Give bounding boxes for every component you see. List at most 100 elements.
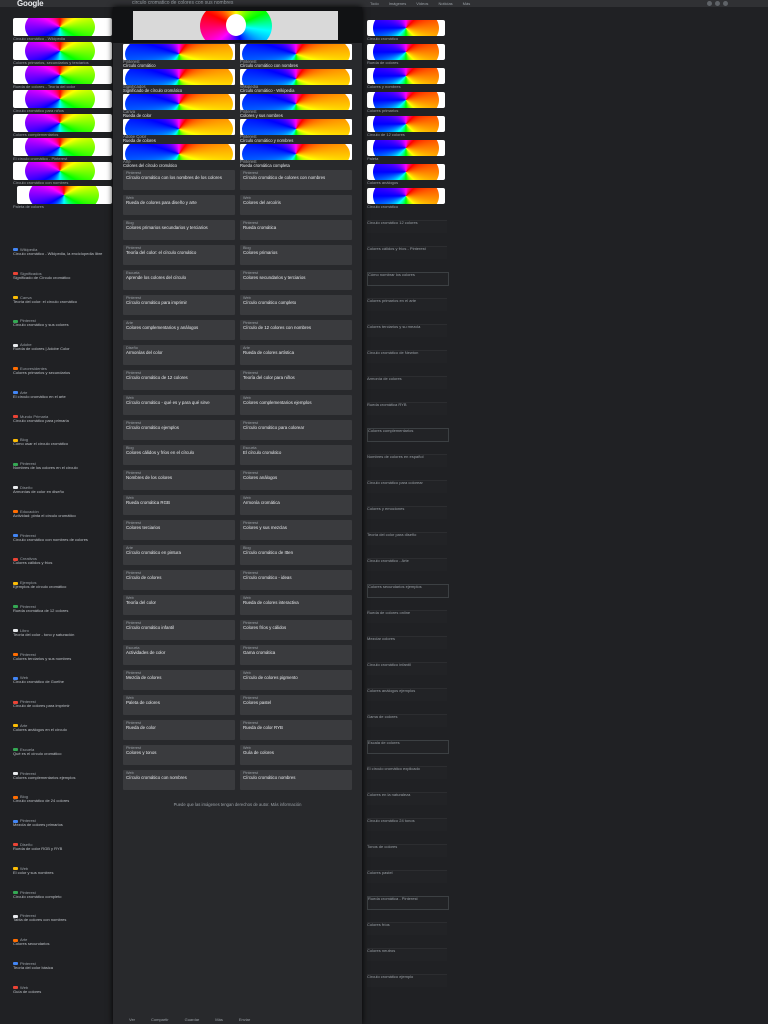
- result-item[interactable]: El círculo cromático explicado: [367, 766, 447, 779]
- related-text-card[interactable]: Blog Colores primarios: [240, 245, 352, 265]
- bottom-bar-action[interactable]: Enviar: [239, 1017, 250, 1022]
- result-item[interactable]: Tonos de colores: [367, 844, 447, 857]
- result-item[interactable]: Colores primarios en el arte: [367, 298, 447, 311]
- related-text-card[interactable]: Pinterest Colores y tonos: [123, 745, 235, 765]
- related-text-card[interactable]: Web Colores del arcoíris: [240, 195, 352, 215]
- result-item[interactable]: Colores cálidos y fríos - Pinterest: [367, 246, 447, 259]
- result-item[interactable]: Rueda de colores online: [367, 610, 447, 623]
- result-item[interactable]: Pinterest Nombres de los colores en el cí…: [13, 462, 112, 473]
- result-thumbnail[interactable]: [13, 90, 112, 108]
- result-item[interactable]: Nombres de colores en español: [367, 454, 447, 467]
- related-image-card[interactable]: [240, 119, 352, 135]
- result-item[interactable]: Colores pastel: [367, 870, 447, 883]
- result-item[interactable]: Pinterest Círculo de colores para imprimi…: [13, 700, 112, 711]
- result-item[interactable]: Pinterest Teoría del color básica: [13, 962, 112, 973]
- result-item[interactable]: Adobe Rueda de colores | Adobe Color: [13, 343, 112, 354]
- related-text-card[interactable]: Pinterest Círculo de colores: [123, 570, 235, 590]
- filter-tab[interactable]: Noticias: [438, 1, 452, 6]
- related-text-card[interactable]: Web Paleta de colores: [123, 695, 235, 715]
- related-text-card[interactable]: Web Círculo cromático - qué es y para qué…: [123, 395, 235, 415]
- result-item[interactable]: Pinterest Colores complementarios ejemplo…: [13, 772, 112, 783]
- related-text-card[interactable]: Pinterest Rueda cromática: [240, 220, 352, 240]
- result-item[interactable]: Escala de colores: [367, 740, 449, 754]
- result-item[interactable]: Pinterest Círculo cromático con nombres d…: [13, 534, 112, 545]
- related-text-card[interactable]: Diseño Armonías del color: [123, 345, 235, 365]
- result-item[interactable]: Arte Colores análogos en el círculo: [13, 724, 112, 735]
- result-item[interactable]: Cómo nombrar los colores: [367, 272, 449, 286]
- result-item[interactable]: Web Círculo cromático de Goethe: [13, 676, 112, 687]
- result-item[interactable]: Wikipedia Círculo cromático - Wikipedia, …: [13, 248, 112, 259]
- result-item[interactable]: Círculo cromático - Arte: [367, 558, 447, 571]
- result-item[interactable]: Colores secundarios ejemplos: [367, 584, 449, 598]
- result-thumbnail[interactable]: [367, 68, 445, 84]
- related-text-card[interactable]: Web Colores complementarios ejemplos: [240, 395, 352, 415]
- result-thumbnail[interactable]: [13, 138, 112, 156]
- related-image-card[interactable]: [123, 144, 235, 160]
- result-thumbnail[interactable]: [367, 44, 445, 60]
- related-text-card[interactable]: Pinterest Colores fríos y cálidos: [240, 620, 352, 640]
- related-image-card[interactable]: [123, 119, 235, 135]
- related-text-card[interactable]: Web Círculo cromático completo: [240, 295, 352, 315]
- related-text-card[interactable]: Pinterest Colores pastel: [240, 695, 352, 715]
- bottom-bar-action[interactable]: Más: [215, 1017, 223, 1022]
- result-item[interactable]: Libro Teoría del color - tono y saturació…: [13, 629, 112, 640]
- result-item[interactable]: Colores y emociones: [367, 506, 447, 519]
- result-item[interactable]: Colores en la naturaleza: [367, 792, 447, 805]
- related-text-card[interactable]: Pinterest Rueda de color: [123, 720, 235, 740]
- related-text-card[interactable]: Web Rueda de colores interactiva: [240, 595, 352, 615]
- result-item[interactable]: Educación Actividad: pinta el círculo cro…: [13, 510, 112, 521]
- google-logo[interactable]: Google: [17, 0, 44, 8]
- avatar[interactable]: [723, 1, 728, 6]
- related-text-card[interactable]: Pinterest Colores y sus mezclas: [240, 520, 352, 540]
- filter-tab[interactable]: Imágenes: [389, 1, 407, 6]
- result-item[interactable]: Armonía de colores: [367, 376, 447, 389]
- related-text-card[interactable]: Web Rueda cromática RGB: [123, 495, 235, 515]
- related-text-card[interactable]: Pinterest Círculo cromático para colorear: [240, 420, 352, 440]
- related-image-card[interactable]: [240, 69, 352, 85]
- related-image-card[interactable]: [240, 144, 352, 160]
- result-item[interactable]: Círculo cromático 24 tonos: [367, 818, 447, 831]
- related-text-card[interactable]: Pinterest Círculo cromático - ideas: [240, 570, 352, 590]
- result-thumbnail[interactable]: [13, 162, 112, 180]
- result-item[interactable]: Significados Significado de Círculo cromá…: [13, 272, 112, 283]
- result-item[interactable]: Mezclar colores: [367, 636, 447, 649]
- result-item[interactable]: Web Guía de colores: [13, 986, 112, 997]
- related-image-card[interactable]: [123, 44, 235, 60]
- related-text-card[interactable]: Pinterest Círculo cromático de colores co…: [240, 170, 352, 190]
- related-text-card[interactable]: Pinterest Círculo cromático con los nombr…: [123, 170, 235, 190]
- related-image-card[interactable]: [240, 94, 352, 110]
- related-text-card[interactable]: Pinterest Círculo cromático para imprimir: [123, 295, 235, 315]
- related-text-card[interactable]: Blog Colores cálidos y fríos en el círcul…: [123, 445, 235, 465]
- result-item[interactable]: Círculo cromático de Newton: [367, 350, 447, 363]
- result-item[interactable]: Web El color y sus nombres: [13, 867, 112, 878]
- result-thumbnail[interactable]: [367, 116, 445, 132]
- result-item[interactable]: Colores neutros: [367, 948, 447, 961]
- result-item[interactable]: Colores complementarios: [367, 428, 449, 442]
- hero-image[interactable]: [133, 11, 338, 40]
- result-item[interactable]: Mundo Primaria Círculo cromático para pri…: [13, 415, 112, 426]
- result-thumbnail[interactable]: [367, 20, 445, 36]
- related-text-card[interactable]: Pinterest Colores terciarios: [123, 520, 235, 540]
- bottom-bar-action[interactable]: Guardar: [185, 1017, 200, 1022]
- result-thumbnail[interactable]: [367, 92, 445, 108]
- related-text-card[interactable]: Pinterest Mezcla de colores: [123, 670, 235, 690]
- related-text-card[interactable]: Pinterest Teoría del color para niños: [240, 370, 352, 390]
- result-item[interactable]: Blog Cómo usar el círculo cromático: [13, 438, 112, 449]
- related-text-card[interactable]: Pinterest Colores secundarios y terciario…: [240, 270, 352, 290]
- filter-tab[interactable]: Más: [463, 1, 471, 6]
- related-text-card[interactable]: Pinterest Teoría del color: el círculo cr…: [123, 245, 235, 265]
- result-item[interactable]: Colores fríos: [367, 922, 447, 935]
- related-text-card[interactable]: Pinterest Círculo cromático de 12 colores: [123, 370, 235, 390]
- related-text-card[interactable]: Pinterest Colores análogos: [240, 470, 352, 490]
- related-text-card[interactable]: Pinterest Círculo cromático infantil: [123, 620, 235, 640]
- result-item[interactable]: Pinterest Tabla de colores con nombres: [13, 914, 112, 925]
- related-text-card[interactable]: Pinterest Gama cromática: [240, 645, 352, 665]
- result-item[interactable]: Creativos Colores cálidos y fríos: [13, 557, 112, 568]
- result-item[interactable]: Círculo cromático infantil: [367, 662, 447, 675]
- result-item[interactable]: Rueda cromática RYB: [367, 402, 447, 415]
- related-text-card[interactable]: Arte Rueda de colores artística: [240, 345, 352, 365]
- related-text-card[interactable]: Web Armonía cromática: [240, 495, 352, 515]
- related-text-card[interactable]: Web Círculo cromático con nombres: [123, 770, 235, 790]
- result-item[interactable]: Rueda cromática - Pinterest: [367, 896, 449, 910]
- account-icon[interactable]: [715, 1, 720, 6]
